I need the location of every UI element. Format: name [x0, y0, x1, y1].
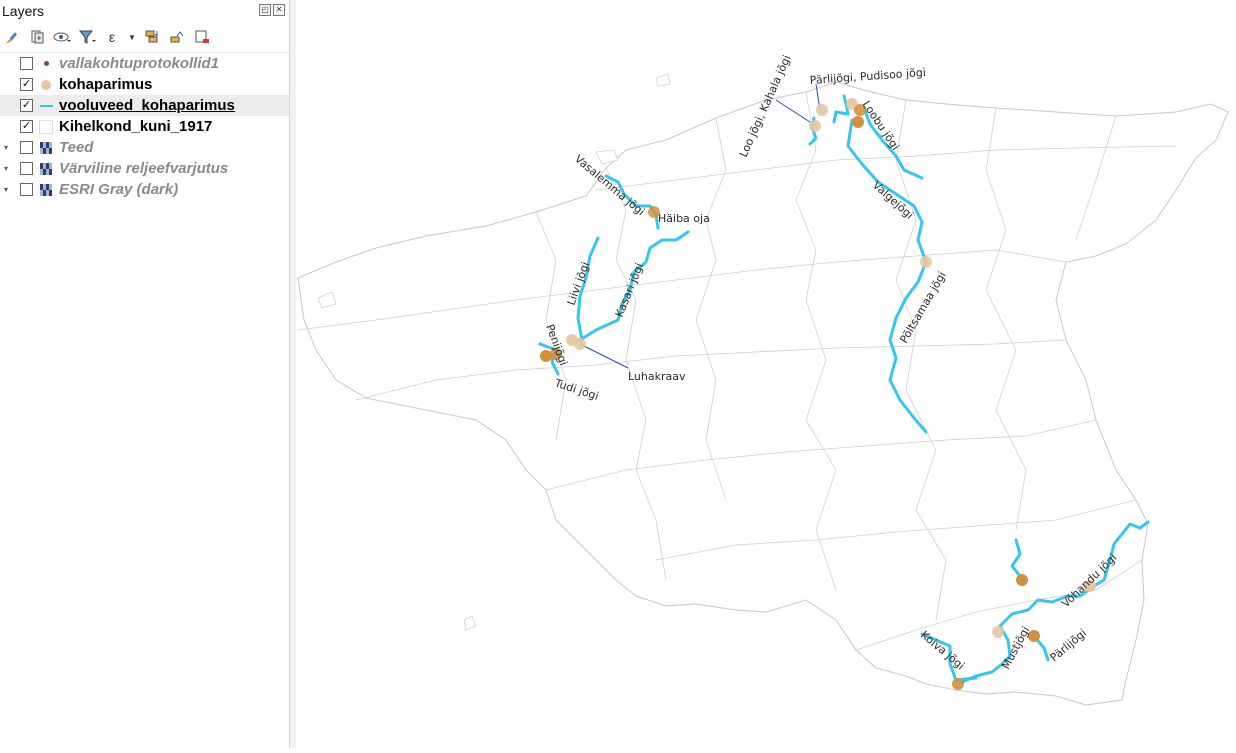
point-symbol-icon	[39, 57, 53, 71]
layer-row-vallakohtuprotokollid1[interactable]: vallakohtuprotokollid1	[0, 53, 289, 74]
point-symbol-icon	[39, 78, 53, 92]
line-symbol-icon	[39, 99, 53, 113]
add-group-icon[interactable]	[27, 27, 47, 47]
layer-checkbox[interactable]	[20, 183, 33, 196]
collapse-all-icon[interactable]	[167, 27, 187, 47]
layer-checkbox[interactable]: ✓	[20, 120, 33, 133]
raster-layer-icon	[39, 183, 53, 197]
layer-row-kihelkond-kuni-1917[interactable]: ✓ Kihelkond_kuni_1917	[0, 116, 289, 137]
country-outline	[297, 81, 1229, 706]
chevron-down-icon[interactable]: ▼	[127, 27, 137, 47]
layer-checkbox[interactable]	[20, 57, 33, 70]
raster-layer-icon	[39, 162, 53, 176]
expand-all-icon[interactable]	[142, 27, 162, 47]
layer-checkbox[interactable]	[20, 141, 33, 154]
layers-toolbar: ε ▼	[2, 26, 212, 48]
label-parlijogi-pudisoo: Pärlijõgi, Pudisoo jõgi	[809, 66, 926, 87]
style-brush-icon[interactable]	[2, 27, 22, 47]
panel-title: Layers	[2, 3, 45, 19]
expression-filter-icon[interactable]: ε	[102, 27, 122, 47]
layer-row-kohaparimus[interactable]: ✓ kohaparimus	[0, 74, 289, 95]
map-svg[interactable]: Loo jõgi, Kahala jõgi Pärlijõgi, Pudisoo…	[296, 0, 1236, 748]
layer-checkbox[interactable]	[20, 162, 33, 175]
expression-glyph: ε	[108, 29, 116, 45]
label-haiba: Häiba oja	[658, 212, 710, 225]
panel-window-buttons: ◰ ✕	[259, 4, 285, 16]
map-canvas[interactable]: Loo jõgi, Kahala jõgi Pärlijõgi, Pudisoo…	[296, 0, 1236, 748]
expand-arrow-icon[interactable]: ▾	[0, 164, 12, 173]
float-panel-button[interactable]: ◰	[259, 4, 271, 16]
expand-arrow-icon[interactable]: ▾	[0, 143, 12, 152]
layer-name: ESRI Gray (dark)	[59, 181, 179, 198]
close-panel-button[interactable]: ✕	[273, 4, 285, 16]
layer-name: vallakohtuprotokollid1	[59, 55, 220, 72]
layer-name: vooluveed_kohaparimus	[59, 97, 235, 114]
visibility-icon[interactable]	[52, 27, 72, 47]
filter-icon[interactable]	[77, 27, 97, 47]
layer-tree: vallakohtuprotokollid1 ✓ kohaparimus ✓ v…	[0, 52, 289, 200]
polygon-symbol-icon	[39, 119, 53, 134]
layer-name: Kihelkond_kuni_1917	[59, 118, 213, 135]
layer-row-varviline-reljeefvarjutus[interactable]: ▾ Värviline reljeefvarjutus	[0, 158, 289, 179]
layer-checkbox[interactable]: ✓	[20, 78, 33, 91]
expand-arrow-icon[interactable]: ▾	[0, 185, 12, 194]
label-luhakraav: Luhakraav	[628, 370, 686, 383]
remove-layer-icon[interactable]	[192, 27, 212, 47]
layer-row-teed[interactable]: ▾ Teed	[0, 137, 289, 158]
layer-name: Värviline reljeefvarjutus	[59, 160, 229, 177]
layer-row-esri-gray-dark[interactable]: ▾ ESRI Gray (dark)	[0, 179, 289, 200]
layer-row-vooluveed-kohaparimus[interactable]: ✓ vooluveed_kohaparimus	[0, 95, 289, 116]
raster-layer-icon	[39, 141, 53, 155]
layer-checkbox[interactable]: ✓	[20, 99, 33, 112]
layer-name: kohaparimus	[59, 76, 153, 93]
layers-panel: Layers ◰ ✕ ε ▼ vallakohtuprotokollid1 ✓ …	[0, 0, 290, 748]
layer-name: Teed	[59, 139, 94, 156]
